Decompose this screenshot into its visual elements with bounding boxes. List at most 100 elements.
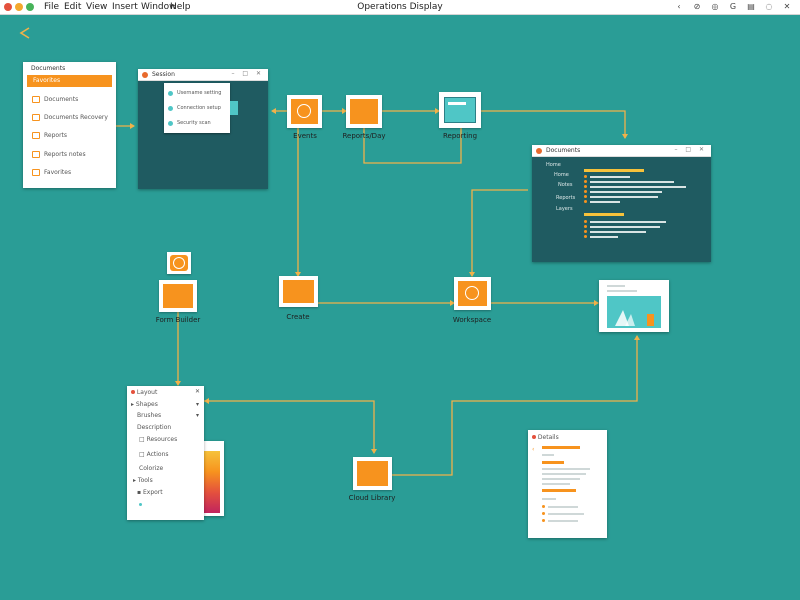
folder-icon (32, 151, 40, 158)
code-bullet (584, 230, 587, 233)
status-dot (168, 106, 173, 111)
file-item-favorites[interactable]: Favorites (32, 168, 112, 177)
window-title: Documents (546, 147, 581, 154)
window-controls[interactable]: – □ ✕ (674, 146, 707, 153)
status-dot (168, 91, 173, 96)
form-builder-node[interactable] (159, 280, 197, 312)
file-item-documents-recovery[interactable]: Documents Recovery (32, 113, 112, 122)
form-builder-label: Form Builder (155, 316, 201, 324)
properties-row-colorize[interactable]: Colorize (139, 465, 163, 472)
status-dot (168, 121, 173, 126)
form-bullet (542, 512, 545, 515)
chevron-down-icon[interactable]: ▾ (196, 412, 199, 419)
details-title-row: Details (532, 434, 559, 441)
form-line (542, 483, 570, 485)
code-highlight (584, 169, 644, 172)
form-builder-badge[interactable] (167, 252, 191, 274)
dialog-row-security[interactable]: Security scan (168, 119, 226, 127)
code-bullet (584, 180, 587, 183)
code-line (590, 221, 666, 223)
session-window: Session – □ ✕ Username setting Connectio… (138, 69, 268, 189)
dialog-row-label: Username setting (177, 90, 222, 96)
workspace-node-fill (458, 281, 487, 306)
form-section-bar (542, 489, 576, 492)
properties-panel: Layout ✕ ▸ Shapes ▾ Brushes ▾ Descriptio… (127, 386, 204, 520)
events-node[interactable] (287, 95, 322, 128)
code-sidebar-item[interactable]: Reports (556, 195, 575, 201)
history-icon (465, 286, 479, 300)
form-line (542, 473, 586, 475)
reporting-node[interactable] (439, 92, 481, 128)
code-line (590, 186, 686, 188)
file-item-label: Reports notes (44, 151, 86, 158)
file-item-label: Reports (44, 132, 68, 139)
file-panel-selected-item[interactable]: Favorites (27, 75, 112, 87)
session-dialog: Username setting Connection setup Securi… (164, 83, 230, 133)
form-line (542, 468, 590, 470)
properties-row-shapes[interactable]: ▸ Shapes (131, 401, 158, 408)
app-icon (536, 148, 542, 154)
file-item-reports[interactable]: Reports (32, 131, 112, 140)
create-node[interactable] (279, 276, 318, 307)
chevron-down-icon[interactable]: ▾ (196, 401, 199, 408)
details-back-icon[interactable]: ‹ (532, 446, 534, 453)
properties-close-icon[interactable]: ✕ (195, 388, 200, 395)
folder-icon (32, 132, 40, 139)
reporting-node-preview (444, 97, 476, 123)
window-controls[interactable]: – □ ✕ (231, 70, 264, 77)
code-bullet (584, 185, 587, 188)
details-title: Details (537, 434, 559, 441)
arrow-icon[interactable] (18, 26, 32, 40)
form-bullet (542, 519, 545, 522)
create-node-fill (283, 280, 314, 303)
properties-row-resources[interactable]: □ Resources (139, 436, 177, 443)
code-bullet (584, 225, 587, 228)
file-item-documents[interactable]: Documents (32, 95, 112, 104)
properties-row-description[interactable]: Description (137, 424, 171, 431)
code-bullet (584, 200, 587, 203)
properties-row-tools[interactable]: ▸ Tools (133, 477, 153, 484)
selected-item-label: Favorites (33, 77, 61, 84)
refresh-icon (173, 257, 185, 269)
code-sidebar-item[interactable]: Layers (556, 206, 573, 212)
file-panel: Documents Favorites Documents Documents … (23, 62, 116, 188)
properties-row-brushes[interactable]: Brushes (137, 412, 161, 419)
file-item-label: Documents Recovery (44, 114, 108, 121)
app-icon (532, 435, 536, 439)
dialog-row-label: Security scan (177, 120, 211, 126)
dialog-row-connection[interactable]: Connection setup (168, 104, 226, 112)
session-side-tab[interactable] (230, 101, 238, 115)
window-titlebar: Session – □ ✕ (138, 69, 268, 81)
code-sidebar-item[interactable]: Notes (558, 182, 572, 188)
preview-window[interactable] (599, 280, 669, 332)
clock-icon (297, 104, 311, 118)
folder-icon (32, 96, 40, 103)
code-sidebar-item[interactable]: Home (546, 162, 561, 168)
properties-row-actions[interactable]: □ Actions (139, 451, 169, 458)
cloud-library-node[interactable] (353, 457, 392, 490)
window-title: Session (152, 71, 175, 78)
connector-properties-to-cloud (204, 400, 375, 453)
form-header-bar (542, 446, 580, 449)
file-item-reports-notes[interactable]: Reports notes (32, 150, 112, 159)
code-sidebar-item[interactable]: Home (554, 172, 569, 178)
code-bullet (584, 220, 587, 223)
properties-row-export[interactable]: ▪ Export (137, 489, 163, 496)
badge-fill (170, 255, 188, 271)
reporting-label: Reporting (442, 132, 478, 140)
preview-image (607, 296, 661, 328)
code-line (590, 181, 674, 183)
code-line (590, 191, 662, 193)
reports-day-node[interactable] (346, 95, 382, 128)
form-builder-node-fill (163, 284, 193, 308)
workspace-node[interactable] (454, 277, 491, 310)
dialog-row-username[interactable]: Username setting (168, 89, 226, 97)
form-section-bar (542, 461, 564, 464)
file-item-label: Favorites (44, 169, 72, 176)
code-bullet (584, 175, 587, 178)
cloud-library-node-fill (357, 461, 388, 486)
connector-code-to-workspace (471, 189, 528, 276)
form-line (548, 506, 578, 508)
file-item-label: Documents (44, 96, 79, 103)
properties-title: Layout (136, 389, 158, 396)
